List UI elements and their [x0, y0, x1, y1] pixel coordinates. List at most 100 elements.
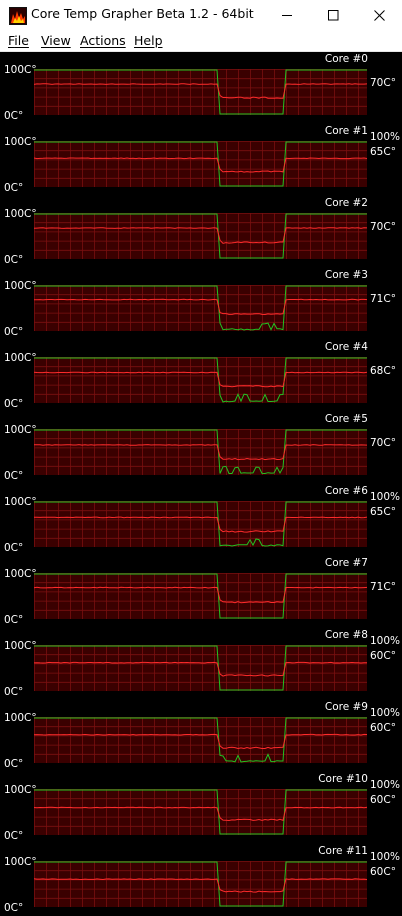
core-graph-panel: Core #9 100C° 0C° 60C° 100%: [0, 700, 402, 772]
core-graph-plot: [34, 429, 367, 475]
y-axis-max-label: 100C°: [4, 280, 37, 292]
core-label: Core #7: [324, 557, 368, 569]
core-graph-plot: [34, 213, 367, 259]
y-axis-min-label: 0C°: [4, 902, 24, 914]
current-temperature-readout: 71C°: [370, 293, 396, 305]
core-graph-plot: [34, 501, 367, 547]
core-graph-panel: Core #8 100C° 0C° 60C° 100%: [0, 628, 402, 700]
maximize-button[interactable]: [310, 0, 356, 31]
y-axis-min-label: 0C°: [4, 326, 24, 338]
current-temperature-readout: 65C°: [370, 146, 396, 158]
core-graphs-area: Core #0 100C° 0C° 70C° Core #1 100C° 0C° 65C° 10…: [0, 52, 402, 916]
plot-background: [34, 285, 367, 331]
plot-background: [34, 645, 367, 691]
plot-background: [34, 357, 367, 403]
y-axis-min-label: 0C°: [4, 398, 24, 410]
menu-help[interactable]: Help: [134, 33, 163, 48]
core-label: Core #8: [324, 629, 368, 641]
title-bar[interactable]: Core Temp Grapher Beta 1.2 - 64bit: [0, 0, 402, 31]
core-label: Core #1: [324, 125, 368, 137]
plot-background: [34, 213, 367, 259]
y-axis-max-label: 100C°: [4, 784, 37, 796]
y-axis-max-label: 100C°: [4, 136, 37, 148]
core-graph-panel: Core #4 100C° 0C° 68C°: [0, 340, 402, 412]
current-temperature-readout: 71C°: [370, 581, 396, 593]
core-label: Core #5: [324, 413, 368, 425]
core-graph-plot: [34, 789, 367, 835]
core-graph-plot: [34, 357, 367, 403]
menu-bar: File View Actions Help: [0, 31, 402, 52]
y-axis-max-label: 100C°: [4, 856, 37, 868]
y-axis-min-label: 0C°: [4, 758, 24, 770]
core-graph-plot: [34, 69, 367, 115]
window-title: Core Temp Grapher Beta 1.2 - 64bit: [31, 6, 254, 21]
y-axis-max-label: 100C°: [4, 568, 37, 580]
plot-background: [34, 141, 367, 187]
y-axis-max-label: 100C°: [4, 64, 37, 76]
y-axis-max-label: 100C°: [4, 640, 37, 652]
close-icon: [374, 10, 385, 21]
current-temperature-readout: 70C°: [370, 77, 396, 89]
current-temperature-readout: 70C°: [370, 437, 396, 449]
core-graph-plot: [34, 861, 367, 907]
y-axis-max-label: 100C°: [4, 496, 37, 508]
y-axis-max-label: 100C°: [4, 424, 37, 436]
plot-background: [34, 429, 367, 475]
current-load-readout: 100%: [370, 707, 401, 719]
y-axis-min-label: 0C°: [4, 830, 24, 842]
core-label: Core #4: [324, 341, 368, 353]
core-graph-panel: Core #1 100C° 0C° 65C° 100%: [0, 124, 402, 196]
y-axis-min-label: 0C°: [4, 110, 24, 122]
core-temp-flame-icon: [9, 7, 27, 25]
core-label: Core #3: [324, 269, 368, 281]
current-load-readout: 100%: [370, 779, 401, 791]
core-graph-panel: Core #0 100C° 0C° 70C°: [0, 52, 402, 124]
maximize-icon: [328, 10, 339, 21]
core-label: Core #10: [318, 773, 368, 785]
y-axis-min-label: 0C°: [4, 254, 24, 266]
core-label: Core #0: [324, 53, 368, 65]
current-temperature-readout: 68C°: [370, 365, 396, 377]
minimize-button[interactable]: [264, 0, 310, 31]
core-graph-plot: [34, 573, 367, 619]
menu-file[interactable]: File: [8, 33, 29, 48]
current-load-readout: 100%: [370, 131, 401, 143]
close-button[interactable]: [356, 0, 402, 31]
core-graph-panel: Core #7 100C° 0C° 71C°: [0, 556, 402, 628]
core-label: Core #9: [324, 701, 368, 713]
current-temperature-readout: 60C°: [370, 866, 396, 878]
current-temperature-readout: 60C°: [370, 650, 396, 662]
plot-background: [34, 789, 367, 835]
core-graph-panel: Core #2 100C° 0C° 70C°: [0, 196, 402, 268]
core-graph-plot: [34, 285, 367, 331]
y-axis-min-label: 0C°: [4, 614, 24, 626]
core-graph-plot: [34, 645, 367, 691]
core-label: Core #2: [324, 197, 368, 209]
y-axis-max-label: 100C°: [4, 352, 37, 364]
y-axis-max-label: 100C°: [4, 208, 37, 220]
core-graph-plot: [34, 141, 367, 187]
y-axis-min-label: 0C°: [4, 470, 24, 482]
y-axis-min-label: 0C°: [4, 182, 24, 194]
core-label: Core #6: [324, 485, 368, 497]
minimize-icon: [282, 15, 292, 16]
core-graph-plot: [34, 717, 367, 763]
core-graph-panel: Core #5 100C° 0C° 70C°: [0, 412, 402, 484]
core-graph-panel: Core #3 100C° 0C° 71C°: [0, 268, 402, 340]
y-axis-min-label: 0C°: [4, 542, 24, 554]
current-temperature-readout: 60C°: [370, 722, 396, 734]
plot-background: [34, 501, 367, 547]
core-graph-panel: Core #10 100C° 0C° 60C° 100%: [0, 772, 402, 844]
menu-view[interactable]: View: [41, 33, 71, 48]
plot-background: [34, 717, 367, 763]
plot-background: [34, 573, 367, 619]
y-axis-max-label: 100C°: [4, 712, 37, 724]
core-graph-panel: Core #6 100C° 0C° 65C° 100%: [0, 484, 402, 556]
menu-actions[interactable]: Actions: [80, 33, 126, 48]
plot-background: [34, 861, 367, 907]
current-temperature-readout: 65C°: [370, 506, 396, 518]
current-load-readout: 100%: [370, 851, 401, 863]
current-load-readout: 100%: [370, 491, 401, 503]
current-temperature-readout: 60C°: [370, 794, 396, 806]
current-load-readout: 100%: [370, 635, 401, 647]
